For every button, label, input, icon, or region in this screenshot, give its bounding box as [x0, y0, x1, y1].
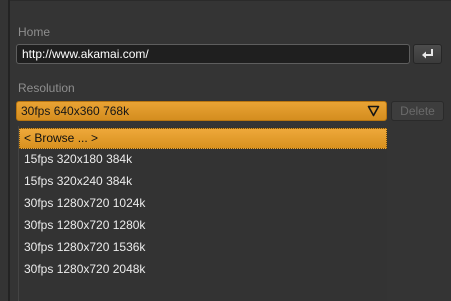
- home-url-field[interactable]: http://www.akamai.com/: [16, 44, 410, 64]
- go-button[interactable]: [413, 44, 442, 64]
- top-divider: [10, 0, 451, 1]
- return-arrow-icon: [421, 49, 433, 59]
- home-label: Home: [18, 25, 51, 39]
- delete-button[interactable]: Delete: [391, 101, 444, 121]
- dropdown-triangle-icon: [367, 105, 380, 117]
- dropdown-item[interactable]: 15fps 320x180 384k: [19, 149, 387, 171]
- resolution-dropdown-list: < Browse ... > 15fps 320x180 384k 15fps …: [18, 126, 387, 301]
- resolution-select[interactable]: 30fps 640x360 768k: [16, 101, 387, 121]
- dropdown-item-browse[interactable]: < Browse ... >: [19, 128, 387, 149]
- dropdown-item[interactable]: 30fps 1280x720 2048k: [19, 259, 387, 281]
- resolution-label: Resolution: [18, 81, 75, 95]
- resolution-selected-value: 30fps 640x360 768k: [21, 104, 130, 118]
- settings-panel: Home http://www.akamai.com/ Resolution 3…: [0, 0, 451, 301]
- dropdown-item[interactable]: 30fps 1280x720 1536k: [19, 237, 387, 259]
- dropdown-item[interactable]: 30fps 1280x720 1024k: [19, 193, 387, 215]
- dropdown-item[interactable]: 30fps 1280x720 1280k: [19, 215, 387, 237]
- left-divider: [8, 0, 10, 301]
- dropdown-item[interactable]: 15fps 320x240 384k: [19, 171, 387, 193]
